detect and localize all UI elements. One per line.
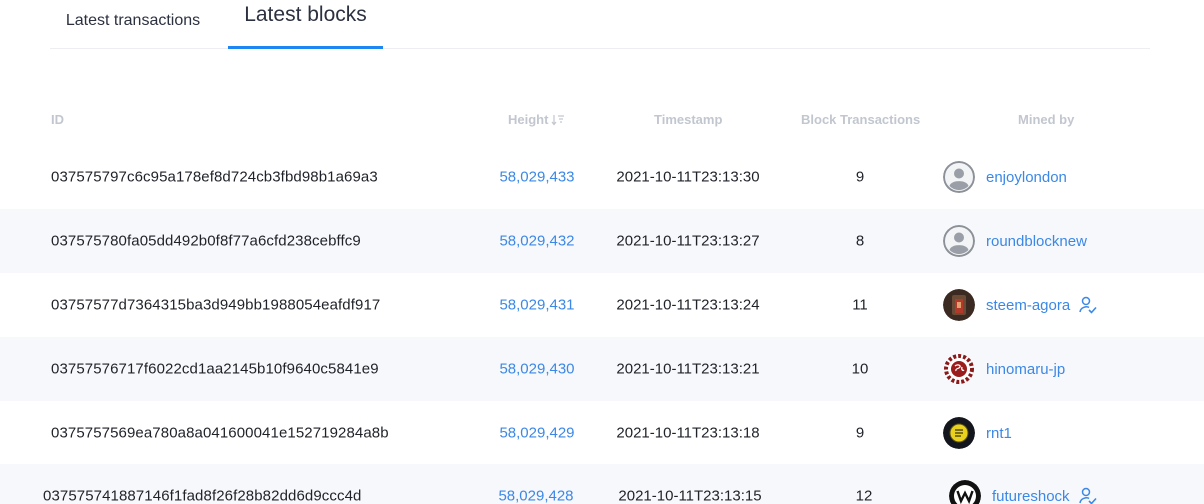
block-id: 03757576717f6022cd1aa2145b10f9640c5841e9 (51, 360, 379, 378)
miner: roundblocknew (943, 225, 1087, 257)
block-transaction-count: 9 (855, 168, 865, 186)
miner: steem-agora (943, 289, 1098, 321)
block-id: 03757577d7364315ba3d949bb1988054eafdf917 (51, 296, 381, 314)
miner-name-link[interactable]: futureshock (992, 488, 1070, 504)
miner: hinomaru-jp (943, 353, 1065, 385)
steem-agora-avatar[interactable] (943, 289, 975, 321)
rnt1-avatar[interactable] (943, 417, 975, 449)
miner-name-link[interactable]: roundblocknew (986, 233, 1087, 250)
block-height-link[interactable]: 58,029,432 (496, 233, 578, 250)
table-row[interactable]: 0375757569ea780a8a041600041e152719284a8b… (0, 401, 1204, 465)
column-header-height[interactable]: Height (508, 112, 565, 127)
block-transaction-count: 12 (855, 487, 873, 504)
block-id: 037575780fa05dd492b0f8f77a6cfd238cebffc9 (51, 232, 361, 250)
miner-name-link[interactable]: rnt1 (986, 425, 1012, 442)
tab-latest-blocks[interactable]: Latest blocks (228, 0, 383, 49)
block-id: 037575741887146f1fad8f26f28b82dd6d9ccc4d (43, 487, 362, 504)
miner-name-link[interactable]: hinomaru-jp (986, 361, 1065, 378)
tab-latest-transactions[interactable]: Latest transactions (50, 0, 216, 49)
block-timestamp: 2021-10-11T23:13:15 (618, 487, 762, 504)
table-row[interactable]: 037575797c6c95a178ef8d724cb3fbd98b1a69a3… (0, 145, 1204, 209)
block-height-link[interactable]: 58,029,428 (495, 488, 577, 504)
block-timestamp: 2021-10-11T23:13:24 (616, 296, 760, 314)
block-height-link[interactable]: 58,029,431 (496, 297, 578, 314)
miner-name-link[interactable]: steem-agora (986, 297, 1070, 314)
futureshock-avatar[interactable] (949, 480, 981, 504)
table-row[interactable]: 03757576717f6022cd1aa2145b10f9640c5841e9… (0, 337, 1204, 401)
default-user-icon[interactable] (943, 161, 975, 193)
miner: futureshock (949, 480, 1098, 504)
block-id: 037575797c6c95a178ef8d724cb3fbd98b1a69a3 (51, 168, 378, 186)
block-height-link[interactable]: 58,029,430 (496, 361, 578, 378)
hinomaru-avatar[interactable] (943, 353, 975, 385)
column-header-id[interactable]: ID (51, 112, 64, 127)
table-row[interactable]: 03757577d7364315ba3d949bb1988054eafdf917… (0, 273, 1204, 337)
block-height-link[interactable]: 58,029,429 (496, 425, 578, 442)
block-transaction-count: 11 (852, 296, 868, 314)
blocks-page: Latest transactions Latest blocks ID Hei… (0, 0, 1204, 504)
block-timestamp: 2021-10-11T23:13:30 (616, 168, 760, 186)
block-timestamp: 2021-10-11T23:13:18 (616, 424, 760, 442)
tab-bar: Latest transactions Latest blocks (50, 0, 1150, 49)
block-transaction-count: 8 (855, 232, 865, 250)
tab-latest-transactions-label: Latest transactions (65, 11, 201, 29)
miner-name-link[interactable]: enjoylondon (986, 169, 1067, 186)
column-header-height-label: Height (508, 112, 549, 127)
verified-user-icon (1078, 487, 1097, 504)
tab-latest-blocks-label: Latest blocks (244, 3, 367, 26)
table-row[interactable]: 037575780fa05dd492b0f8f77a6cfd238cebffc9… (0, 209, 1204, 273)
default-user-icon[interactable] (943, 225, 975, 257)
miner: rnt1 (943, 417, 1012, 449)
block-id: 0375757569ea780a8a041600041e152719284a8b (51, 424, 389, 442)
block-transaction-count: 9 (855, 424, 865, 442)
column-header-timestamp[interactable]: Timestamp (654, 112, 722, 127)
block-height-link[interactable]: 58,029,433 (496, 169, 578, 186)
column-header-block-transactions[interactable]: Block Transactions (801, 112, 920, 127)
sort-descending-icon[interactable] (551, 113, 565, 127)
column-header-mined-by[interactable]: Mined by (1018, 112, 1074, 127)
block-timestamp: 2021-10-11T23:13:27 (616, 232, 760, 250)
miner: enjoylondon (943, 161, 1067, 193)
block-transaction-count: 10 (851, 360, 869, 378)
table-row[interactable]: 037575741887146f1fad8f26f28b82dd6d9ccc4d… (0, 464, 1204, 504)
verified-user-icon (1079, 296, 1097, 314)
block-timestamp: 2021-10-11T23:13:21 (616, 360, 760, 378)
